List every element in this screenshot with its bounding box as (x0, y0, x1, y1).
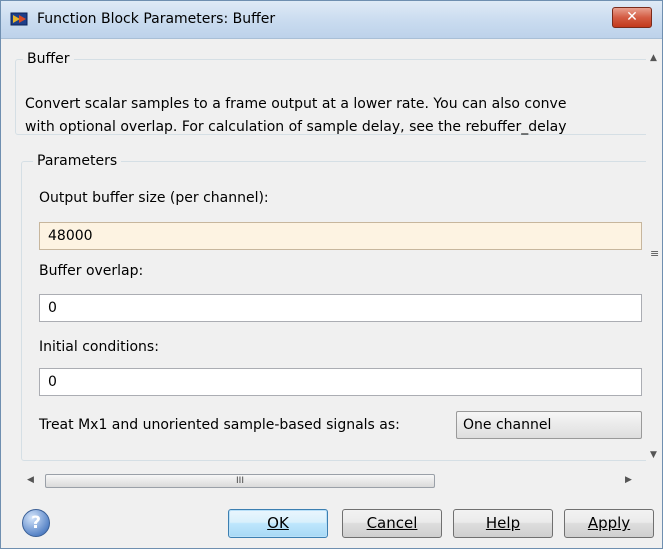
ok-button[interactable]: OK (228, 509, 328, 538)
initial-conditions-label: Initial conditions: (39, 339, 159, 355)
description-text: Convert scalar samples to a frame output… (25, 93, 567, 139)
buffer-overlap-value: 0 (48, 300, 57, 316)
horizontal-scrollbar[interactable]: ◀ III ▶ (25, 471, 637, 491)
cancel-button-label: Cancel (366, 514, 418, 532)
title-bar[interactable]: Function Block Parameters: Buffer ✕ (1, 1, 662, 39)
cancel-button[interactable]: Cancel (342, 509, 442, 538)
simulink-block-icon (10, 12, 28, 26)
scroll-up-arrow-icon[interactable]: ▲ (650, 53, 657, 63)
treat-signals-selected-value: One channel (463, 417, 552, 433)
help-button[interactable]: Help (453, 509, 553, 538)
scroll-left-arrow-icon[interactable]: ◀ (27, 475, 34, 485)
help-icon-glyph: ? (31, 513, 41, 533)
horizontal-scroll-thumb[interactable]: III (45, 474, 435, 488)
treat-signals-label: Treat Mx1 and unoriented sample-based si… (39, 417, 400, 433)
description-line-1: Convert scalar samples to a frame output… (25, 96, 567, 112)
help-button-label: Help (485, 514, 521, 532)
description-group-title: Buffer (23, 51, 74, 67)
close-icon: ✕ (626, 9, 638, 25)
scroll-grip-icon: III (236, 476, 244, 486)
dialog-window: Function Block Parameters: Buffer ✕ Buff… (0, 0, 663, 549)
initial-conditions-input[interactable]: 0 (39, 368, 642, 396)
close-button[interactable]: ✕ (612, 7, 652, 28)
apply-button[interactable]: Apply (564, 509, 654, 538)
help-question-icon[interactable]: ? (22, 509, 50, 537)
description-line-2: with optional overlap. For calculation o… (25, 119, 567, 135)
buffer-overlap-input[interactable]: 0 (39, 294, 642, 322)
buffer-overlap-label: Buffer overlap: (39, 263, 144, 279)
output-buffer-size-input[interactable]: 48000 (39, 222, 642, 250)
apply-button-label: Apply (587, 514, 631, 532)
scroll-right-arrow-icon[interactable]: ▶ (625, 475, 632, 485)
output-buffer-size-label: Output buffer size (per channel): (39, 190, 269, 206)
initial-conditions-value: 0 (48, 374, 57, 390)
parameters-group-title: Parameters (33, 153, 122, 169)
ok-button-label: OK (267, 514, 289, 532)
window-title: Function Block Parameters: Buffer (37, 11, 276, 27)
output-buffer-size-value: 48000 (48, 228, 93, 244)
vertical-scrollbar[interactable]: ▲ ≡ ▼ (646, 49, 662, 462)
scroll-grip-icon: ≡ (650, 247, 660, 260)
treat-signals-dropdown[interactable]: One channel (456, 411, 642, 439)
scroll-down-arrow-icon[interactable]: ▼ (650, 450, 657, 460)
